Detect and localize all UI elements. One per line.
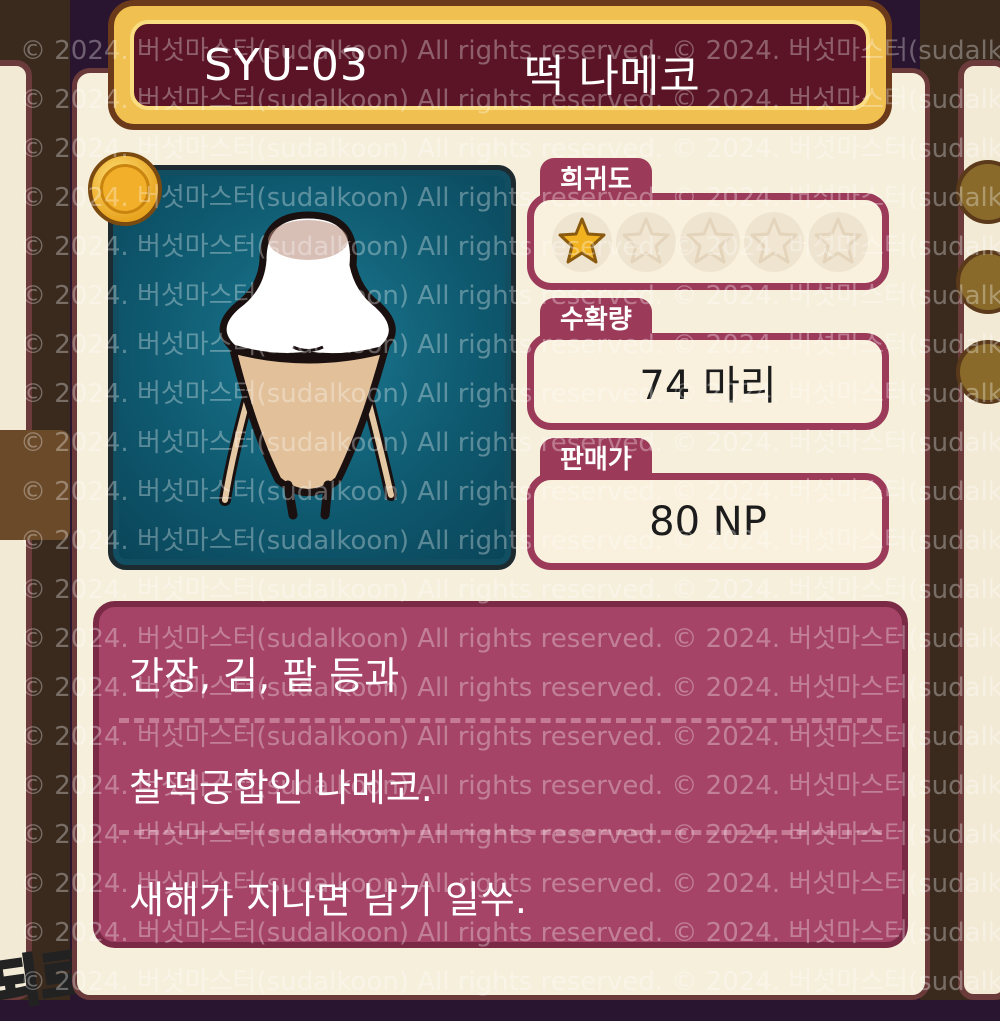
rarity-label: 희귀도 [540, 158, 652, 198]
medal-inner [100, 164, 150, 214]
crown-medal-icon [88, 152, 162, 226]
star-filled-icon [552, 211, 612, 272]
description-box: 간장, 김, 팥 등과 찰떡궁합인 나메코. 새해가 지나면 남기 일쑤. [93, 601, 908, 948]
background-left-panel [0, 0, 70, 1000]
star-empty-icon [680, 211, 740, 272]
star-empty-icon [616, 211, 676, 272]
title-banner: SYU-03 떡 나메코 [108, 0, 892, 130]
mushroom-name: 떡 나메코 [524, 51, 700, 102]
star-empty-icon [808, 211, 868, 272]
price-label: 판매가 [540, 438, 652, 478]
mushroom-code: SYU-03 [204, 40, 369, 91]
nameko-illustration [219, 211, 397, 520]
star-empty-icon [744, 211, 804, 272]
description-line: 찰떡궁합인 나메코. [129, 766, 433, 810]
harvest-label: 수확량 [540, 298, 652, 338]
description-divider [119, 718, 882, 723]
background-right-panel [920, 0, 1000, 1000]
rarity-stars [527, 193, 889, 290]
title-banner-inner: SYU-03 떡 나메코 [130, 20, 870, 110]
price-value: 80 NP [527, 473, 889, 570]
mushroom-portrait [108, 165, 516, 570]
description-divider [119, 830, 882, 835]
description-line: 새해가 지나면 남기 일쑤. [129, 878, 527, 922]
harvest-value: 74 마리 [527, 333, 889, 430]
description-line: 간장, 김, 팥 등과 [129, 654, 400, 698]
background-left-tab [0, 430, 70, 540]
